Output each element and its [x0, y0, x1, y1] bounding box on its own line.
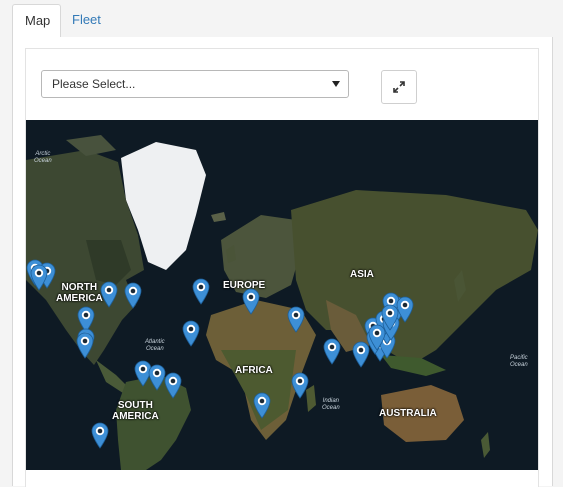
map-marker-icon[interactable]	[291, 372, 309, 399]
expand-button[interactable]	[381, 70, 417, 104]
label-australia: AUSTRALIA	[379, 408, 437, 419]
map-marker-icon[interactable]	[100, 281, 118, 308]
tab-map[interactable]: Map	[12, 4, 61, 38]
map-marker-icon[interactable]	[323, 338, 341, 365]
map-marker-icon[interactable]	[30, 264, 48, 291]
map-card: Please Select... NORTH AMERICA EUROPE AS…	[25, 48, 539, 487]
tab-fleet[interactable]: Fleet	[60, 4, 113, 36]
expand-arrows-icon	[393, 81, 405, 93]
map-marker-icon[interactable]	[182, 320, 200, 347]
map-marker-icon[interactable]	[287, 306, 305, 333]
map-marker-icon[interactable]	[124, 282, 142, 309]
map-marker-icon[interactable]	[381, 304, 399, 331]
map-marker-icon[interactable]	[164, 372, 182, 399]
label-south-america: SOUTH AMERICA	[112, 400, 159, 422]
chevron-down-icon	[332, 81, 340, 87]
label-pacific-ocean: Pacific Ocean	[510, 355, 528, 368]
label-asia: ASIA	[350, 269, 374, 280]
tab-bar: Map Fleet	[12, 4, 551, 38]
map-marker-icon[interactable]	[76, 332, 94, 359]
map-marker-icon[interactable]	[242, 288, 260, 315]
label-arctic-ocean: Arctic Ocean	[34, 151, 52, 164]
label-africa: AFRICA	[235, 365, 273, 376]
label-atlantic-ocean: Atlantic Ocean	[145, 339, 165, 352]
label-north-america: NORTH AMERICA	[56, 282, 103, 304]
world-map[interactable]: NORTH AMERICA EUROPE ASIA AFRICA SOUTH A…	[26, 120, 538, 470]
map-marker-icon[interactable]	[192, 278, 210, 305]
location-select[interactable]: Please Select...	[41, 70, 349, 98]
location-select-value: Please Select...	[52, 77, 136, 91]
map-marker-icon[interactable]	[91, 422, 109, 449]
map-marker-icon[interactable]	[253, 392, 271, 419]
label-indian-ocean: Indian Ocean	[322, 398, 340, 411]
tab-panel: Please Select... NORTH AMERICA EUROPE AS…	[12, 37, 553, 487]
